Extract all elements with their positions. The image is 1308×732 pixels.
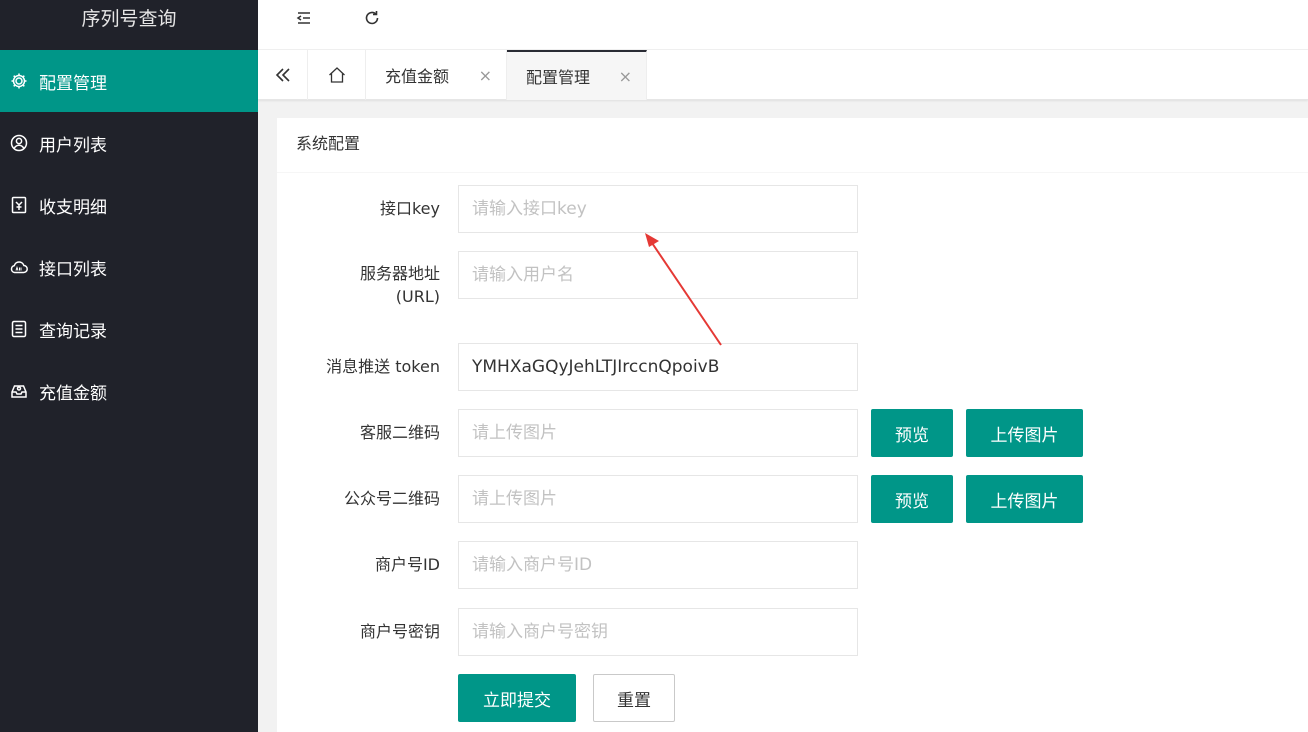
service-qr-upload-button[interactable]: 上传图片 [966,409,1083,457]
ledger-icon [8,194,30,216]
sidebar-item-users[interactable]: 用户列表 [0,112,258,174]
merchant-secret-input[interactable] [458,608,858,656]
official-qr-preview-button[interactable]: 预览 [871,475,953,523]
service-qr-label: 客服二维码 [359,423,440,442]
server-url-input[interactable] [458,251,858,299]
server-url-label: 服务器地址 (URL) [277,262,440,308]
close-icon[interactable]: × [479,66,492,85]
sidebar-item-recharge[interactable]: 充值金额 [0,360,258,422]
cloud-api-icon [8,256,30,278]
merchant-id-input[interactable] [458,541,858,589]
sidebar-item-api-list[interactable]: 接口列表 [0,236,258,298]
api-key-input[interactable] [458,185,858,233]
api-key-label: 接口key [379,199,440,218]
sidebar-item-label: 用户列表 [39,135,107,156]
sidebar-item-query-log[interactable]: 查询记录 [0,298,258,360]
gear-icon [8,70,30,92]
merchant-secret-label: 商户号密钥 [359,622,440,641]
sidebar-item-label: 接口列表 [39,259,107,280]
page-tabs: 充值金额 × 配置管理 × [258,50,1308,100]
official-qr-input[interactable] [458,475,858,523]
reset-button[interactable]: 重置 [593,674,675,722]
sidebar-item-label: 收支明细 [39,197,107,218]
double-chevron-left-icon[interactable] [258,50,308,100]
tab-config[interactable]: 配置管理 × [507,50,647,100]
user-icon [8,132,30,154]
submit-button[interactable]: 立即提交 [458,674,576,722]
tab-label: 配置管理 [526,68,591,87]
tab-label: 充值金额 [385,67,450,86]
sidebar-item-config[interactable]: 配置管理 [0,50,258,112]
tab-recharge[interactable]: 充值金额 × [366,50,507,100]
sidebar-item-label: 配置管理 [39,73,107,94]
service-qr-preview-button[interactable]: 预览 [871,409,953,457]
menu-fold-icon[interactable] [290,4,318,32]
official-qr-upload-button[interactable]: 上传图片 [966,475,1083,523]
service-qr-input[interactable] [458,409,858,457]
app-title: 序列号查询 [81,8,177,30]
tray-icon [8,380,30,402]
card-title: 系统配置 [277,118,1308,173]
server-url-label-line2: (URL) [395,287,440,306]
refresh-icon[interactable] [358,4,386,32]
close-icon[interactable]: × [619,67,632,86]
home-icon[interactable] [308,50,366,100]
server-url-label-line1: 服务器地址 [359,264,440,283]
system-config-card: 系统配置 接口key 服务器地址 (URL) 消息推送 token 客服二维码 … [277,118,1308,732]
official-qr-label: 公众号二维码 [343,489,440,508]
sidebar: 序列号查询 配置管理 用户列表 收支明细 接口列表 查询记录 充值金额 [0,0,258,732]
sidebar-item-label: 充值金额 [39,383,107,404]
top-header [258,0,1308,50]
push-token-input[interactable] [458,343,858,391]
push-token-label: 消息推送 token [326,357,440,376]
sidebar-item-label: 查询记录 [39,321,107,342]
sidebar-item-ledger[interactable]: 收支明细 [0,174,258,236]
list-icon [8,318,30,340]
merchant-id-label: 商户号ID [374,555,440,574]
